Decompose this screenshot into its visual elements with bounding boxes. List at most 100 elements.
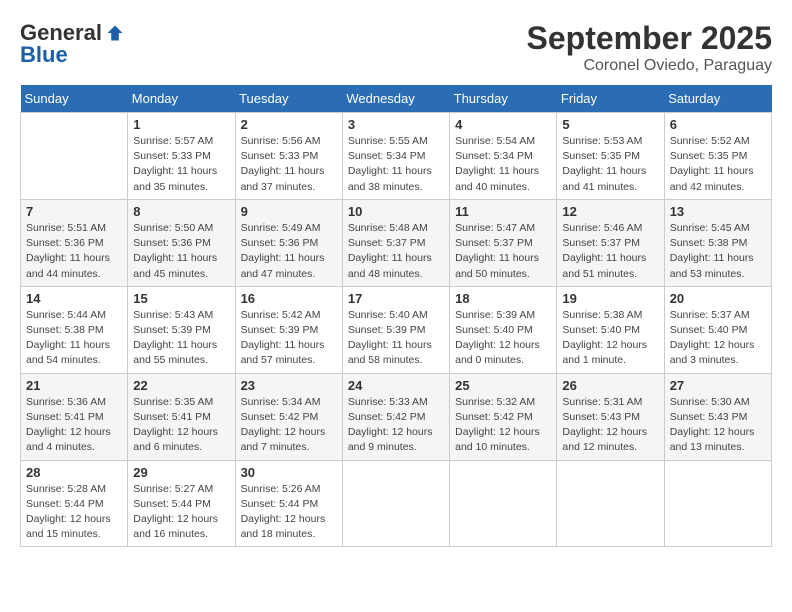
day-info: Sunrise: 5:54 AM Sunset: 5:34 PM Dayligh… (455, 134, 551, 195)
calendar-header-row: Sunday Monday Tuesday Wednesday Thursday… (21, 85, 772, 113)
day-number: 28 (26, 465, 122, 480)
day-info: Sunrise: 5:37 AM Sunset: 5:40 PM Dayligh… (670, 308, 766, 369)
col-wednesday: Wednesday (342, 85, 449, 113)
day-info: Sunrise: 5:45 AM Sunset: 5:38 PM Dayligh… (670, 221, 766, 282)
day-info: Sunrise: 5:46 AM Sunset: 5:37 PM Dayligh… (562, 221, 658, 282)
day-number: 25 (455, 378, 551, 393)
table-row: 6 Sunrise: 5:52 AM Sunset: 5:35 PM Daylig… (664, 113, 771, 200)
table-row: 30 Sunrise: 5:26 AM Sunset: 5:44 PM Dayli… (235, 460, 342, 547)
day-info: Sunrise: 5:36 AM Sunset: 5:41 PM Dayligh… (26, 395, 122, 456)
day-info: Sunrise: 5:30 AM Sunset: 5:43 PM Dayligh… (670, 395, 766, 456)
day-number: 21 (26, 378, 122, 393)
table-row (664, 460, 771, 547)
calendar-week-row: 1Sunrise: 5:57 AM Sunset: 5:33 PM Daylig… (21, 113, 772, 200)
day-info: Sunrise: 5:52 AM Sunset: 5:35 PM Dayligh… (670, 134, 766, 195)
day-number: 2 (241, 117, 337, 132)
table-row: 12 Sunrise: 5:46 AM Sunset: 5:37 PM Dayli… (557, 199, 664, 286)
day-number: 12 (562, 204, 658, 219)
day-number: 19 (562, 291, 658, 306)
day-info: Sunrise: 5:31 AM Sunset: 5:43 PM Dayligh… (562, 395, 658, 456)
title-block: September 2025 Coronel Oviedo, Paraguay (527, 20, 772, 75)
table-row: 8Sunrise: 5:50 AM Sunset: 5:36 PM Daylig… (128, 199, 235, 286)
day-number: 6 (670, 117, 766, 132)
calendar-week-row: 21 Sunrise: 5:36 AM Sunset: 5:41 PM Dayli… (21, 373, 772, 460)
table-row: 28 Sunrise: 5:28 AM Sunset: 5:44 PM Dayli… (21, 460, 128, 547)
day-number: 3 (348, 117, 444, 132)
day-info: Sunrise: 5:43 AM Sunset: 5:39 PM Dayligh… (133, 308, 229, 369)
day-info: Sunrise: 5:34 AM Sunset: 5:42 PM Dayligh… (241, 395, 337, 456)
col-saturday: Saturday (664, 85, 771, 113)
table-row: 10 Sunrise: 5:48 AM Sunset: 5:37 PM Dayli… (342, 199, 449, 286)
table-row: 21 Sunrise: 5:36 AM Sunset: 5:41 PM Dayli… (21, 373, 128, 460)
table-row (342, 460, 449, 547)
day-number: 11 (455, 204, 551, 219)
calendar-week-row: 28 Sunrise: 5:28 AM Sunset: 5:44 PM Dayli… (21, 460, 772, 547)
day-info: Sunrise: 5:28 AM Sunset: 5:44 PM Dayligh… (26, 482, 122, 543)
day-number: 16 (241, 291, 337, 306)
day-number: 13 (670, 204, 766, 219)
day-number: 14 (26, 291, 122, 306)
day-number: 18 (455, 291, 551, 306)
day-info: Sunrise: 5:48 AM Sunset: 5:37 PM Dayligh… (348, 221, 444, 282)
table-row: 25 Sunrise: 5:32 AM Sunset: 5:42 PM Dayli… (450, 373, 557, 460)
day-info: Sunrise: 5:53 AM Sunset: 5:35 PM Dayligh… (562, 134, 658, 195)
calendar-table: Sunday Monday Tuesday Wednesday Thursday… (20, 85, 772, 547)
day-info: Sunrise: 5:57 AM Sunset: 5:33 PM Dayligh… (133, 134, 229, 195)
day-info: Sunrise: 5:40 AM Sunset: 5:39 PM Dayligh… (348, 308, 444, 369)
day-number: 7 (26, 204, 122, 219)
day-number: 23 (241, 378, 337, 393)
table-row: 27 Sunrise: 5:30 AM Sunset: 5:43 PM Dayli… (664, 373, 771, 460)
table-row: 15 Sunrise: 5:43 AM Sunset: 5:39 PM Dayli… (128, 286, 235, 373)
table-row: 9 Sunrise: 5:49 AM Sunset: 5:36 PM Daylig… (235, 199, 342, 286)
table-row: 19Sunrise: 5:38 AM Sunset: 5:40 PM Dayli… (557, 286, 664, 373)
logo: General Blue (20, 20, 124, 68)
table-row: 2Sunrise: 5:56 AM Sunset: 5:33 PM Daylig… (235, 113, 342, 200)
day-number: 22 (133, 378, 229, 393)
table-row: 18 Sunrise: 5:39 AM Sunset: 5:40 PM Dayli… (450, 286, 557, 373)
table-row: 17Sunrise: 5:40 AM Sunset: 5:39 PM Dayli… (342, 286, 449, 373)
day-info: Sunrise: 5:55 AM Sunset: 5:34 PM Dayligh… (348, 134, 444, 195)
month-title: September 2025 (527, 20, 772, 57)
day-number: 4 (455, 117, 551, 132)
table-row: 29 Sunrise: 5:27 AM Sunset: 5:44 PM Dayli… (128, 460, 235, 547)
calendar-week-row: 7Sunrise: 5:51 AM Sunset: 5:36 PM Daylig… (21, 199, 772, 286)
table-row: 1Sunrise: 5:57 AM Sunset: 5:33 PM Daylig… (128, 113, 235, 200)
table-row: 4 Sunrise: 5:54 AM Sunset: 5:34 PM Daylig… (450, 113, 557, 200)
day-number: 8 (133, 204, 229, 219)
location-subtitle: Coronel Oviedo, Paraguay (527, 57, 772, 75)
day-info: Sunrise: 5:42 AM Sunset: 5:39 PM Dayligh… (241, 308, 337, 369)
table-row (557, 460, 664, 547)
table-row: 3 Sunrise: 5:55 AM Sunset: 5:34 PM Daylig… (342, 113, 449, 200)
day-number: 24 (348, 378, 444, 393)
table-row: 11Sunrise: 5:47 AM Sunset: 5:37 PM Dayli… (450, 199, 557, 286)
table-row: 14Sunrise: 5:44 AM Sunset: 5:38 PM Dayli… (21, 286, 128, 373)
table-row: 22Sunrise: 5:35 AM Sunset: 5:41 PM Dayli… (128, 373, 235, 460)
day-info: Sunrise: 5:26 AM Sunset: 5:44 PM Dayligh… (241, 482, 337, 543)
day-number: 30 (241, 465, 337, 480)
day-number: 15 (133, 291, 229, 306)
col-tuesday: Tuesday (235, 85, 342, 113)
calendar-week-row: 14Sunrise: 5:44 AM Sunset: 5:38 PM Dayli… (21, 286, 772, 373)
day-number: 9 (241, 204, 337, 219)
table-row: 13 Sunrise: 5:45 AM Sunset: 5:38 PM Dayli… (664, 199, 771, 286)
day-info: Sunrise: 5:39 AM Sunset: 5:40 PM Dayligh… (455, 308, 551, 369)
table-row (450, 460, 557, 547)
day-number: 26 (562, 378, 658, 393)
table-row: 24 Sunrise: 5:33 AM Sunset: 5:42 PM Dayli… (342, 373, 449, 460)
day-number: 27 (670, 378, 766, 393)
day-number: 10 (348, 204, 444, 219)
col-thursday: Thursday (450, 85, 557, 113)
day-info: Sunrise: 5:27 AM Sunset: 5:44 PM Dayligh… (133, 482, 229, 543)
table-row: 26 Sunrise: 5:31 AM Sunset: 5:43 PM Dayli… (557, 373, 664, 460)
col-sunday: Sunday (21, 85, 128, 113)
table-row: 5 Sunrise: 5:53 AM Sunset: 5:35 PM Daylig… (557, 113, 664, 200)
page-header: General Blue September 2025 Coronel Ovie… (20, 20, 772, 75)
day-info: Sunrise: 5:49 AM Sunset: 5:36 PM Dayligh… (241, 221, 337, 282)
day-number: 29 (133, 465, 229, 480)
logo-icon (106, 24, 124, 42)
day-info: Sunrise: 5:32 AM Sunset: 5:42 PM Dayligh… (455, 395, 551, 456)
logo-blue: Blue (20, 42, 68, 67)
day-info: Sunrise: 5:33 AM Sunset: 5:42 PM Dayligh… (348, 395, 444, 456)
day-number: 5 (562, 117, 658, 132)
table-row (21, 113, 128, 200)
